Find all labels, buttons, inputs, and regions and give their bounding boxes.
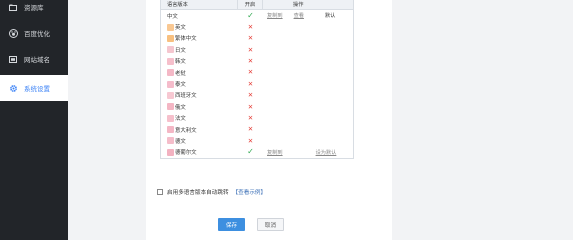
folder-icon (8, 4, 18, 11)
language-name: 西班牙文 (175, 93, 197, 100)
flag-icon (167, 137, 174, 145)
cancel-button[interactable]: 取消 (257, 218, 284, 231)
table-row: 德文 ✕ (161, 135, 353, 146)
table-row: 泰文 ✕ (161, 78, 353, 89)
cross-icon[interactable]: ✕ (248, 81, 253, 88)
cross-icon[interactable]: ✕ (248, 104, 253, 111)
sidebar-item-label: 网站域名 (24, 56, 50, 64)
language-name: 意大利文 (175, 127, 197, 134)
auto-redirect-checkbox[interactable] (157, 189, 163, 195)
table-row: 英文 ✕ (161, 21, 353, 32)
language-name: 泰文 (175, 82, 186, 89)
table-row: 俄文 ✕ (161, 101, 353, 112)
language-name: 德文 (175, 138, 186, 145)
view-example-link[interactable]: 【查看示例】 (233, 188, 267, 196)
cross-icon[interactable]: ✕ (248, 138, 253, 145)
table-row: 韩文 ✕ (161, 56, 353, 67)
check-icon[interactable]: ✓ (247, 148, 254, 156)
sidebar-item-baidu-seo[interactable]: 百度优化 (0, 20, 68, 46)
table-row: 德葡尔文 ✓ 复制到 设为默认 (161, 147, 353, 158)
sidebar-item-settings[interactable]: 系统设置 (0, 75, 68, 101)
sidebar-item-label: 百度优化 (24, 30, 50, 38)
flag-icon (167, 46, 174, 54)
flag-icon (167, 148, 174, 156)
cross-icon[interactable]: ✕ (248, 92, 253, 99)
sidebar-item-domains[interactable]: 网站域名 (0, 46, 68, 72)
set-default-link[interactable]: 设为默认 (316, 149, 337, 156)
language-name: 英文 (175, 25, 186, 32)
language-name: 老挝 (175, 70, 186, 77)
language-table: 语言版本 开启 操作 中文 ✓ 复制到 查看 默认 英文 ✕ 繁体中文 ✕ 日文 (160, 0, 354, 160)
view-link[interactable]: 查看 (294, 12, 304, 19)
cross-icon[interactable]: ✕ (248, 47, 253, 54)
content-background (392, 0, 573, 240)
domain-icon (8, 55, 18, 63)
paw-icon (8, 28, 18, 38)
language-name: 俄文 (175, 104, 186, 111)
flag-icon (167, 23, 174, 31)
flag-icon (167, 80, 174, 88)
copy-to-link[interactable]: 复制到 (267, 149, 283, 156)
auto-redirect-option[interactable]: 启用多语言版本自动跳转 【查看示例】 (157, 188, 266, 196)
sidebar: 资源库 百度优化 网站域名 系统设置 (0, 0, 68, 240)
flag-icon (167, 114, 174, 122)
language-name: 法文 (175, 116, 186, 123)
header-enabled: 开启 (238, 0, 263, 9)
gear-icon (8, 84, 18, 93)
cross-icon[interactable]: ✕ (248, 24, 253, 31)
table-row: 日文 ✕ (161, 44, 353, 55)
cross-icon[interactable]: ✕ (248, 58, 253, 65)
sidebar-item-resources[interactable]: 资源库 (0, 0, 68, 20)
flag-icon (167, 34, 174, 42)
save-button[interactable]: 保存 (218, 218, 245, 231)
cross-icon[interactable]: ✕ (248, 35, 253, 42)
flag-icon (167, 103, 174, 111)
table-row: 老挝 ✕ (161, 67, 353, 78)
cross-icon[interactable]: ✕ (248, 115, 253, 122)
content-gutter (68, 0, 146, 240)
table-row: 意大利文 ✕ (161, 124, 353, 135)
sidebar-item-label: 资源库 (24, 4, 44, 12)
language-name: 德葡尔文 (175, 150, 197, 157)
table-header: 语言版本 开启 操作 (161, 0, 353, 10)
auto-redirect-label: 启用多语言版本自动跳转 (167, 190, 229, 196)
header-language: 语言版本 (161, 0, 238, 9)
table-row: 中文 ✓ 复制到 查看 默认 (161, 10, 353, 21)
table-row: 繁体中文 ✕ (161, 33, 353, 44)
table-row: 法文 ✕ (161, 113, 353, 124)
flag-icon (167, 69, 174, 77)
flag-icon (167, 57, 174, 65)
sidebar-item-label: 系统设置 (24, 85, 50, 93)
copy-to-link[interactable]: 复制到 (267, 12, 283, 19)
flag-icon (167, 91, 174, 99)
table-row: 西班牙文 ✕ (161, 90, 353, 101)
default-label: 默认 (324, 13, 336, 20)
flag-icon (167, 126, 174, 134)
cross-icon[interactable]: ✕ (248, 69, 253, 76)
language-name: 繁体中文 (175, 36, 197, 43)
language-name: 韩文 (175, 59, 186, 66)
language-name: 中文 (167, 13, 178, 20)
check-icon[interactable]: ✓ (247, 11, 254, 20)
cross-icon[interactable]: ✕ (248, 126, 253, 133)
language-name: 日文 (175, 47, 186, 54)
header-actions: 操作 (293, 2, 304, 8)
app-root: 资源库 百度优化 网站域名 系统设置 语言版本 开启 操作 中文 ✓ 复制到 查… (0, 0, 573, 240)
